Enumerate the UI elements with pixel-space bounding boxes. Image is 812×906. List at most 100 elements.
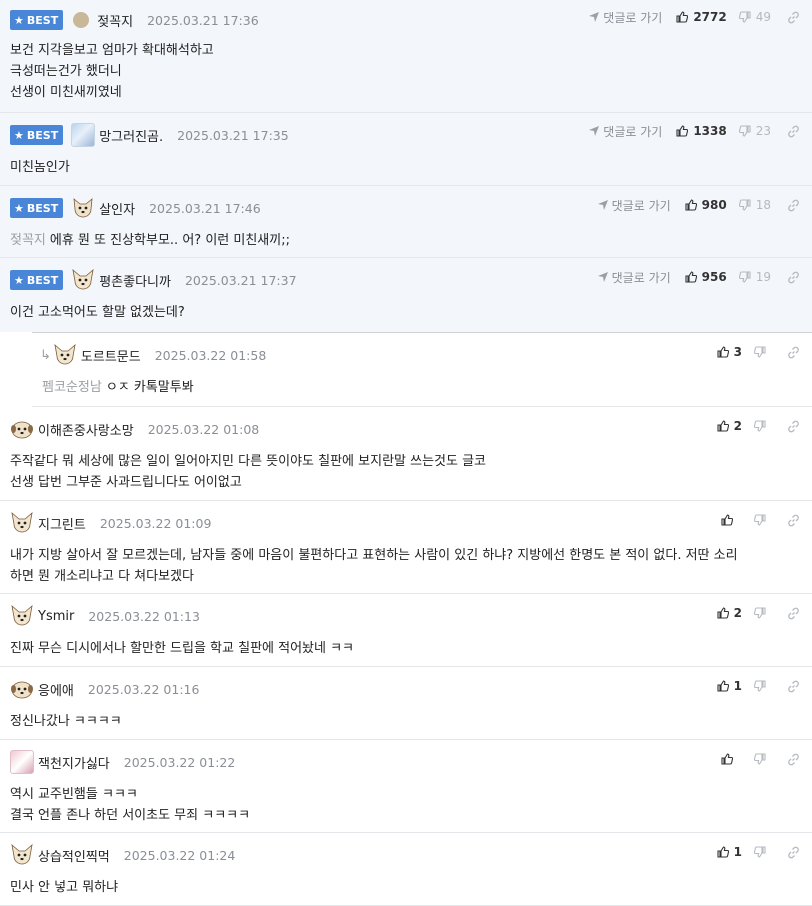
thumbs-down-icon xyxy=(754,346,766,358)
dislike-button[interactable] xyxy=(754,346,771,358)
avatar[interactable] xyxy=(10,750,34,774)
dog-avatar-icon[interactable] xyxy=(10,511,34,535)
thumbs-down-icon xyxy=(754,420,766,432)
link-icon[interactable] xyxy=(787,846,800,859)
star-icon: ★ xyxy=(14,128,24,142)
timestamp: 2025.03.22 01:16 xyxy=(87,681,200,697)
goto-comment-link[interactable]: 댓글로 가기 xyxy=(589,123,662,140)
dislike-button[interactable] xyxy=(754,514,771,526)
comment-item: 응에애 2025.03.22 01:16 1 정신나갔나 ㅋㅋㅋㅋ xyxy=(0,667,812,740)
thumbs-down-icon xyxy=(754,514,766,526)
goto-comment-link[interactable]: 댓글로 가기 xyxy=(597,197,671,214)
send-icon xyxy=(597,272,608,282)
like-button[interactable]: 1338 xyxy=(676,124,727,138)
avatar[interactable] xyxy=(71,123,96,147)
dislike-button[interactable]: 49 xyxy=(738,10,771,24)
star-icon: ★ xyxy=(14,201,24,215)
dog-avatar-icon[interactable] xyxy=(10,604,34,628)
like-button[interactable]: 1 xyxy=(717,845,742,859)
reply-arrow-icon: ↳ xyxy=(40,347,51,363)
timestamp: 2025.03.22 01:58 xyxy=(154,347,267,363)
goto-comment-link[interactable]: 댓글로 가기 xyxy=(597,269,671,286)
dog-avatar-icon[interactable] xyxy=(10,843,34,867)
timestamp: 2025.03.22 01:22 xyxy=(123,754,236,770)
comment-body: 민사 안 넣고 뭐하냐 xyxy=(10,880,119,895)
nickname[interactable]: 평촌좋다니까 xyxy=(99,271,171,290)
best-badge: ★ BEST xyxy=(10,125,64,145)
link-icon[interactable] xyxy=(787,11,800,24)
nickname[interactable]: Ysmir xyxy=(38,609,74,624)
comment-item: ★ BEST 살인자 2025.03.21 17:46 댓글로 가기 980 18… xyxy=(0,186,812,258)
dog-avatar-icon[interactable] xyxy=(71,196,95,220)
like-button[interactable]: 1 xyxy=(717,679,742,693)
nickname[interactable]: 도르트문드 xyxy=(81,346,141,365)
thumbs-down-icon xyxy=(738,271,751,283)
nickname[interactable]: 망그러진곰. xyxy=(99,126,163,145)
nickname[interactable]: 상습적인찍먹 xyxy=(38,846,110,865)
comment-item: 지그린트 2025.03.22 01:09 내가 지방 살아서 잘 모르겠는데,… xyxy=(0,501,812,594)
thumbs-up-icon xyxy=(721,753,733,765)
like-button[interactable]: 2772 xyxy=(676,10,727,24)
dog-avatar-icon[interactable] xyxy=(53,343,77,367)
like-button[interactable]: 2 xyxy=(717,419,742,433)
comment-body: 정신나갔나 ㅋㅋㅋㅋ xyxy=(10,714,122,729)
comment-item: 이해존중사랑소망 2025.03.22 01:08 2 주작같다 뭐 세상에 많… xyxy=(0,407,812,501)
comment-body: 이건 고소먹어도 할말 없겠는데? xyxy=(10,305,185,320)
thumbs-up-icon xyxy=(685,271,697,283)
like-button[interactable]: 956 xyxy=(685,270,727,284)
link-icon[interactable] xyxy=(787,607,800,620)
dog-avatar-icon[interactable] xyxy=(10,677,34,701)
dog-avatar-icon[interactable] xyxy=(71,268,95,292)
thumbs-down-icon xyxy=(738,125,751,137)
link-icon[interactable] xyxy=(787,753,800,766)
like-button[interactable]: 3 xyxy=(717,345,742,359)
nickname[interactable]: 응에애 xyxy=(38,680,74,699)
nickname[interactable]: 잭천지가싫다 xyxy=(38,753,110,772)
dislike-button[interactable] xyxy=(754,420,771,432)
timestamp: 2025.03.21 17:37 xyxy=(184,272,297,288)
like-button[interactable] xyxy=(721,514,738,526)
goto-comment-link[interactable]: 댓글로 가기 xyxy=(589,9,662,26)
dislike-button[interactable] xyxy=(754,753,771,765)
thumbs-up-icon xyxy=(676,125,689,137)
avatar[interactable] xyxy=(73,12,90,28)
nickname[interactable]: 살인자 xyxy=(99,199,135,218)
thumbs-down-icon xyxy=(754,753,766,765)
like-button[interactable] xyxy=(721,753,738,765)
nickname[interactable]: 이해존중사랑소망 xyxy=(38,420,134,439)
thumbs-down-icon xyxy=(754,607,766,619)
link-icon[interactable] xyxy=(787,420,800,433)
send-icon xyxy=(589,12,600,22)
dislike-button[interactable]: 19 xyxy=(738,270,771,284)
star-icon: ★ xyxy=(14,13,24,27)
link-icon[interactable] xyxy=(787,346,800,359)
comment-item: Ysmir 2025.03.22 01:13 2 진짜 무슨 디시에서나 할만한… xyxy=(0,594,812,667)
dog-avatar-icon[interactable] xyxy=(10,417,34,441)
mention[interactable]: 젖꼭지 xyxy=(10,233,46,248)
link-icon[interactable] xyxy=(787,125,800,138)
dislike-button[interactable] xyxy=(754,846,771,858)
link-icon[interactable] xyxy=(787,680,800,693)
dislike-button[interactable]: 18 xyxy=(738,198,771,212)
link-icon[interactable] xyxy=(787,271,800,284)
best-badge: ★ BEST xyxy=(10,198,64,218)
timestamp: 2025.03.21 17:35 xyxy=(177,127,289,143)
nickname[interactable]: 지그린트 xyxy=(38,514,86,533)
star-icon: ★ xyxy=(14,273,24,287)
mention[interactable]: 펨코순정남 xyxy=(42,380,102,395)
thumbs-down-icon xyxy=(754,680,766,692)
comment-body: 보건 지각을보고 엄마가 확대해석하고 극성떠는건가 했더니 선생이 미친새끼였… xyxy=(10,43,214,100)
like-button[interactable]: 2 xyxy=(717,606,742,620)
like-button[interactable]: 980 xyxy=(685,198,727,212)
comment-body: 주작같다 뭐 세상에 많은 일이 일어아지민 다른 뜻이야도 칠판에 보지란말 … xyxy=(10,454,487,490)
link-icon[interactable] xyxy=(787,514,800,527)
dislike-button[interactable]: 23 xyxy=(738,124,771,138)
timestamp: 2025.03.22 01:08 xyxy=(147,421,260,437)
thumbs-down-icon xyxy=(738,11,751,23)
dislike-button[interactable] xyxy=(754,680,771,692)
dislike-button[interactable] xyxy=(754,607,771,619)
link-icon[interactable] xyxy=(787,199,800,212)
reply-item: ↳ 도르트문드 2025.03.22 01:58 3 펨코순정남 ㅇㅈ 카톡말투봐 xyxy=(32,332,812,407)
nickname[interactable]: 젖꼭지 xyxy=(97,11,133,30)
comment-item: 상습적인찍먹 2025.03.22 01:24 1 민사 안 넣고 뭐하냐 xyxy=(0,833,812,906)
